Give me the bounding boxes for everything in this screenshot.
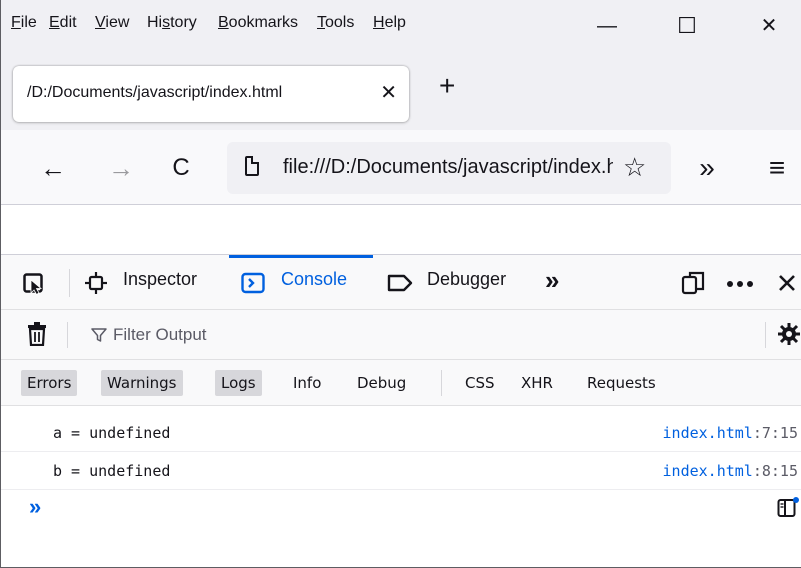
bookmark-star-icon[interactable]: ☆ — [623, 152, 646, 183]
url-bar[interactable]: file:///D:/Documents/javascript/index.ht… — [227, 142, 671, 194]
prompt-chevron-icon: » — [29, 494, 42, 519]
back-button[interactable]: ← — [33, 148, 73, 188]
page-icon — [245, 156, 259, 176]
console-icon — [241, 272, 265, 294]
filter-output-input[interactable]: Filter Output — [113, 325, 207, 345]
divider — [69, 269, 70, 297]
menu-tools[interactable]: Tools — [317, 14, 354, 32]
debugger-icon — [387, 274, 413, 292]
console-filter-bar: Errors Warnings Logs Info Debug CSS XHR … — [1, 360, 801, 406]
editor-mode-icon[interactable] — [777, 496, 799, 518]
menu-bookmarks[interactable]: Bookmarks — [218, 14, 298, 32]
tab-close-icon[interactable]: ✕ — [380, 80, 397, 105]
page-content — [1, 204, 801, 255]
divider — [67, 322, 68, 348]
trash-icon[interactable] — [28, 322, 46, 346]
menu-history[interactable]: History — [147, 14, 197, 32]
filter-errors-button[interactable]: Errors — [21, 370, 78, 396]
divider — [765, 322, 766, 348]
devtools-panel: Inspector Console Debugger » Filter Outp… — [1, 254, 801, 567]
more-tools-chevron-icon[interactable]: » — [545, 265, 559, 295]
message-text: b = undefined — [53, 462, 171, 480]
browser-window: File Edit View History Bookmarks Tools H… — [0, 0, 801, 568]
console-message: a = undefined index.html:7:15 — [1, 414, 801, 452]
reload-button[interactable]: C — [161, 148, 201, 188]
menu-bar: File Edit View History Bookmarks Tools H… — [1, 0, 801, 52]
maximize-button[interactable]: ☐ — [665, 8, 709, 44]
filter-icon — [91, 328, 107, 342]
navigation-toolbar: ← → C file:///D:/Documents/javascript/in… — [1, 130, 801, 204]
menu-edit[interactable]: Edit — [49, 14, 77, 32]
url-text[interactable]: file:///D:/Documents/javascript/index.ht… — [283, 156, 613, 179]
menu-help[interactable]: Help — [373, 14, 406, 32]
window-close-button[interactable]: ✕ — [747, 8, 791, 44]
filter-requests-button[interactable]: Requests — [581, 370, 662, 396]
menu-view[interactable]: View — [95, 14, 129, 32]
active-tab-indicator — [229, 255, 373, 258]
divider — [441, 370, 442, 396]
filter-xhr-button[interactable]: XHR — [515, 370, 559, 396]
devtools-tab-bar: Inspector Console Debugger » — [1, 254, 801, 310]
filter-info-button[interactable]: Info — [287, 370, 327, 396]
more-options-icon[interactable] — [727, 281, 753, 287]
forward-button[interactable]: → — [101, 148, 141, 188]
tab-active[interactable]: /D:/Documents/javascript/index.html ✕ — [13, 66, 409, 122]
filter-warnings-button[interactable]: Warnings — [101, 370, 183, 396]
dock-window-icon[interactable] — [681, 271, 705, 295]
message-source-link[interactable]: index.html:7:15 — [663, 424, 798, 442]
filter-logs-button[interactable]: Logs — [215, 370, 262, 396]
element-picker-icon[interactable] — [23, 273, 45, 295]
filter-css-button[interactable]: CSS — [459, 370, 501, 396]
inspector-icon — [85, 272, 107, 294]
close-devtools-icon[interactable] — [777, 273, 797, 293]
menu-file[interactable]: File — [11, 14, 37, 32]
new-tab-button[interactable]: + — [439, 72, 455, 100]
app-menu-button[interactable]: ≡ — [757, 148, 797, 188]
tab-strip: /D:/Documents/javascript/index.html ✕ + — [1, 52, 801, 130]
overflow-menu-button[interactable]: » — [687, 148, 727, 188]
tab-inspector[interactable]: Inspector — [123, 269, 197, 297]
message-source-link[interactable]: index.html:8:15 — [663, 462, 798, 480]
minimize-button[interactable]: — — [585, 8, 629, 44]
console-toolbar: Filter Output — [1, 310, 801, 360]
tab-title: /D:/Documents/javascript/index.html — [27, 84, 283, 101]
message-text: a = undefined — [53, 424, 171, 442]
tab-debugger[interactable]: Debugger — [427, 269, 506, 297]
settings-gear-icon[interactable] — [777, 322, 801, 346]
console-message: b = undefined index.html:8:15 — [1, 452, 801, 490]
console-input[interactable]: » — [1, 488, 801, 528]
tab-console[interactable]: Console — [281, 269, 347, 297]
filter-debug-button[interactable]: Debug — [351, 370, 412, 396]
